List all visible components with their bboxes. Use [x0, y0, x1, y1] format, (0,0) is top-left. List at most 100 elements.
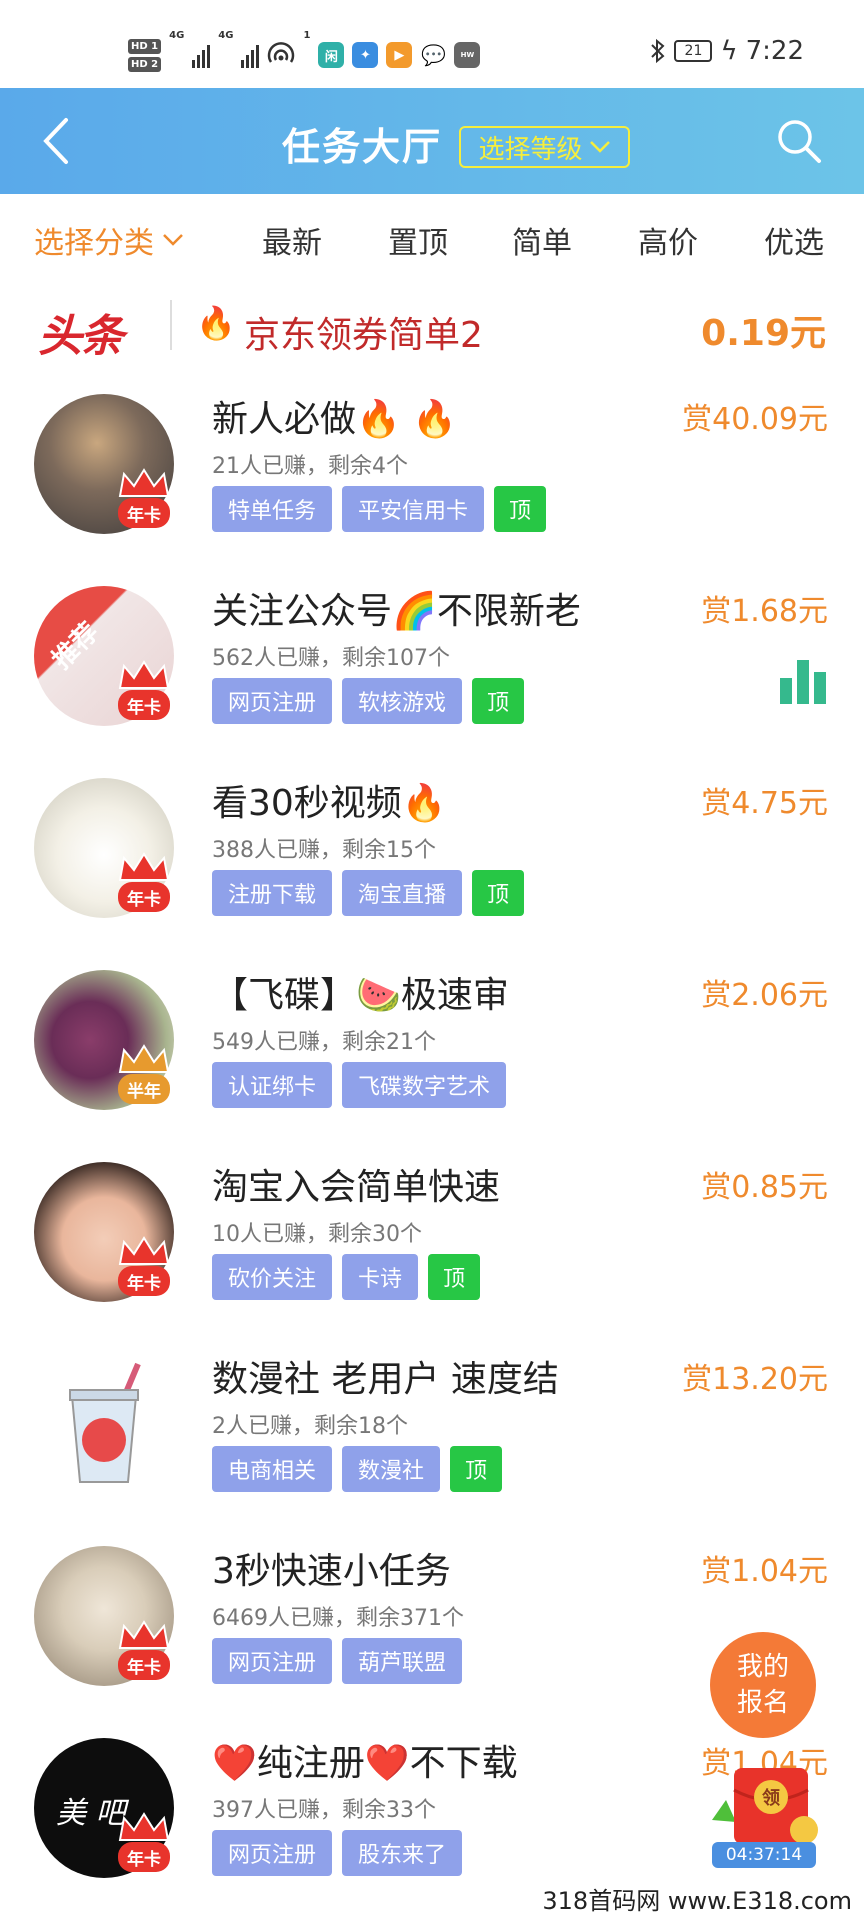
play-app-icon: ▶ — [386, 42, 413, 68]
task-item[interactable]: 数漫社 老用户 速度结 2人已赚，剩余18个 电商相关 数漫社 顶 赏13.20… — [0, 1344, 864, 1536]
tab-preferred[interactable]: 优选 — [764, 218, 824, 262]
vip-badge: 半年 — [112, 1044, 176, 1110]
task-tags: 认证绑卡 飞碟数字艺术 — [212, 1062, 507, 1108]
task-title: 3秒快速小任务 — [212, 1542, 451, 1594]
tab-latest[interactable]: 最新 — [262, 218, 322, 262]
task-stats: 2人已赚，剩余18个 — [212, 1414, 408, 1439]
task-title-text: 看30秒视频 — [212, 783, 402, 824]
task-title-text: 3秒快速小任务 — [212, 1551, 451, 1592]
task-title: 新人必做🔥 🔥 — [212, 390, 457, 442]
battery-icon: 21 — [674, 40, 713, 62]
tag: 注册下载 — [212, 870, 333, 916]
fire-icon: 🔥 — [401, 783, 447, 824]
pinned-badge: 顶 — [450, 1446, 503, 1492]
task-stats: 549人已赚，剩余21个 — [212, 1030, 436, 1055]
divider — [170, 300, 172, 350]
badge-label: 半年 — [118, 1074, 170, 1104]
task-tags: 网页注册 股东来了 — [212, 1830, 463, 1876]
crown-icon — [118, 468, 170, 497]
pinned-badge: 顶 — [428, 1254, 481, 1300]
tag: 网页注册 — [212, 678, 333, 724]
tag: 网页注册 — [212, 1638, 333, 1684]
task-stats: 388人已赚，剩余15个 — [212, 838, 436, 863]
task-stats: 21人已赚，剩余4个 — [212, 454, 408, 479]
tab-simple[interactable]: 简单 — [512, 218, 572, 262]
headline-banner[interactable]: 头条 🔥 京东领券简单2 0.19元 — [0, 284, 864, 382]
hd2-badge: HD 2 — [128, 56, 162, 72]
badge-label: 年卡 — [118, 498, 170, 528]
task-tags: 网页注册 软核游戏 顶 — [212, 678, 525, 724]
tag: 数漫社 — [342, 1446, 441, 1492]
select-level-button[interactable]: 选择等级 — [459, 126, 630, 168]
task-title-suffix: 极速审 — [400, 975, 509, 1016]
vip-badge: 年卡 — [112, 1812, 176, 1878]
task-reward: 赏0.85元 — [701, 1170, 828, 1205]
crown-icon — [118, 852, 170, 881]
crown-icon — [118, 1620, 170, 1649]
task-title-suffix: 不限新老 — [436, 591, 581, 632]
tag: 淘宝直播 — [342, 870, 463, 916]
search-icon[interactable] — [774, 116, 824, 166]
fire-icon: 🔥 🔥 — [356, 399, 458, 440]
rainbow-icon: 🌈 — [392, 591, 437, 632]
vip-badge: 年卡 — [112, 1620, 176, 1686]
headline-label: 头条 — [38, 311, 124, 362]
crown-icon — [118, 1044, 170, 1073]
tag: 飞碟数字艺术 — [342, 1062, 507, 1108]
task-tags: 特单任务 平安信用卡 顶 — [212, 486, 547, 532]
chevron-left-icon[interactable] — [34, 114, 84, 168]
tag: 卡诗 — [342, 1254, 419, 1300]
app-header: 任务大厅 选择等级 — [0, 88, 864, 194]
task-item[interactable]: 年卡 看30秒视频🔥 388人已赚，剩余15个 注册下载 淘宝直播 顶 赏4.7… — [0, 768, 864, 960]
vip-badge: 年卡 — [112, 1236, 176, 1302]
badge-label: 年卡 — [118, 1266, 170, 1296]
clock: 7:22 — [745, 36, 804, 66]
pinned-badge: 顶 — [472, 870, 525, 916]
select-level-label: 选择等级 — [478, 134, 583, 165]
task-title-text: 淘宝入会简单快速 — [212, 1167, 501, 1208]
task-title-text: 关注公众号 — [212, 591, 393, 632]
tag: 股东来了 — [342, 1830, 463, 1876]
task-stats: 397人已赚，剩余33个 — [212, 1798, 436, 1823]
badge-label: 年卡 — [118, 1650, 170, 1680]
bar-chart-icon[interactable] — [778, 656, 828, 704]
my-signup-button[interactable]: 我的 报名 — [710, 1632, 816, 1738]
task-stats: 10人已赚，剩余30个 — [212, 1222, 422, 1247]
vip-badge: 年卡 — [112, 468, 176, 534]
crown-icon — [118, 1812, 170, 1841]
tab-high-price[interactable]: 高价 — [638, 218, 698, 262]
task-stats: 562人已赚，剩余107个 — [212, 646, 450, 671]
vip-badge: 年卡 — [112, 660, 176, 726]
watermark: 318首码网 www.E318.com — [542, 1887, 852, 1915]
tag: 网页注册 — [212, 1830, 333, 1876]
task-item[interactable]: 年卡 新人必做🔥 🔥 21人已赚，剩余4个 特单任务 平安信用卡 顶 赏40.0… — [0, 384, 864, 576]
network-type-1: 4G — [169, 30, 185, 41]
charging-icon: ϟ — [720, 36, 738, 66]
tag: 电商相关 — [212, 1446, 333, 1492]
task-title: 淘宝入会简单快速 — [212, 1158, 500, 1210]
tag: 平安信用卡 — [342, 486, 485, 532]
signal-icon — [192, 42, 211, 68]
task-reward: 赏13.20元 — [682, 1362, 828, 1397]
task-stats: 6469人已赚，剩余371个 — [212, 1606, 464, 1631]
countdown-timer: 04:37:14 — [712, 1842, 816, 1868]
task-item[interactable]: 年卡 淘宝入会简单快速 10人已赚，剩余30个 砍价关注 卡诗 顶 赏0.85元 — [0, 1152, 864, 1344]
bluetooth-icon — [651, 38, 665, 64]
task-item[interactable]: 推荐 年卡 关注公众号🌈不限新老 562人已赚，剩余107个 网页注册 软核游戏… — [0, 576, 864, 768]
task-reward: 赏40.09元 — [682, 402, 828, 437]
network-type-2: 4G — [218, 30, 234, 41]
task-item[interactable]: 半年 【飞碟】🍉极速审 549人已赚，剩余21个 认证绑卡 飞碟数字艺术 赏2.… — [0, 960, 864, 1152]
task-tags: 注册下载 淘宝直播 顶 — [212, 870, 525, 916]
task-title-text: 【飞碟】 — [212, 975, 357, 1016]
task-title-text: 数漫社 老用户 速度结 — [212, 1359, 559, 1400]
select-category-dropdown[interactable]: 选择分类 — [34, 218, 184, 262]
heart-icon: ❤️ — [364, 1743, 410, 1784]
task-tags: 电商相关 数漫社 顶 — [212, 1446, 503, 1492]
tag: 特单任务 — [212, 486, 333, 532]
pinned-badge: 顶 — [472, 678, 525, 724]
tab-pinned[interactable]: 置顶 — [388, 218, 448, 262]
status-bar: HD 1 HD 2 4G 4G 1 闲 ✦ ▶ 💬 HW 21 ϟ 7:22 — [0, 0, 864, 88]
crown-icon — [118, 660, 170, 689]
recommend-ribbon: 推荐 — [46, 617, 105, 676]
signal-icon-2 — [241, 42, 260, 68]
